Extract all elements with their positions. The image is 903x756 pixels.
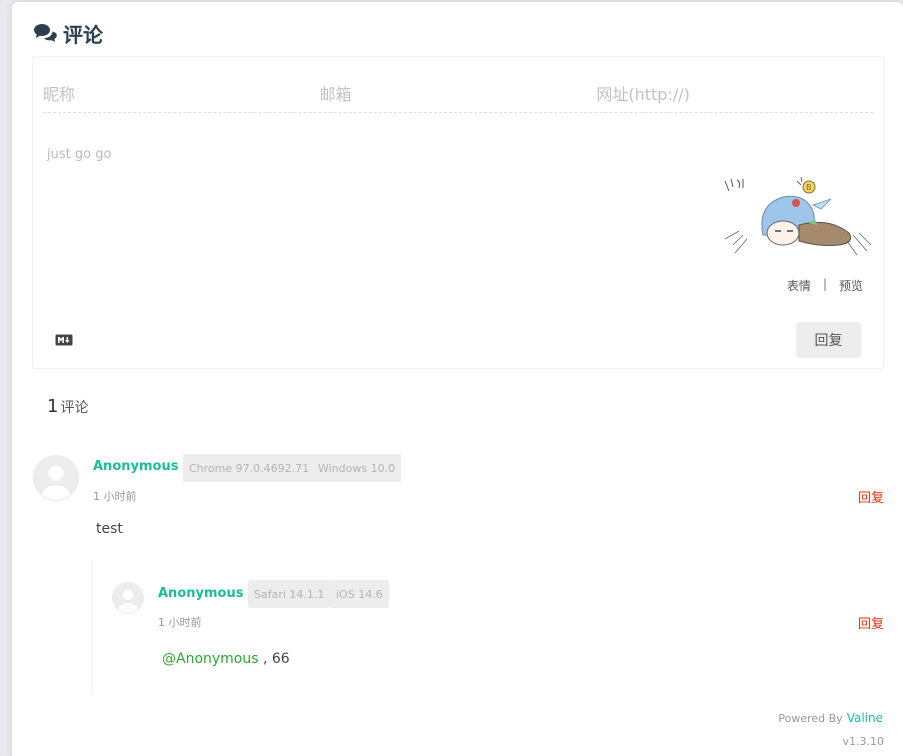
comment-count-number: 1: [47, 396, 59, 417]
browser-badge: Chrome 97.0.4692.71: [183, 454, 316, 482]
avatar: [112, 582, 144, 614]
powered-by: Powered By Valine: [778, 711, 883, 725]
link-input[interactable]: [596, 73, 874, 109]
mascot-image: B: [724, 176, 872, 256]
powered-label: Powered By: [778, 712, 843, 725]
reply-link[interactable]: 回复: [858, 487, 884, 506]
avatar: [33, 455, 79, 501]
comment-content: test: [96, 521, 123, 537]
reply-content: @Anonymous , 66: [162, 651, 290, 667]
version-label: v1.3.10: [842, 735, 885, 748]
reply-text: , 66: [258, 651, 290, 667]
reply-link[interactable]: 回复: [858, 613, 884, 632]
os-badge: Windows 10.0: [312, 454, 402, 482]
page-title: 评论: [63, 22, 103, 47]
editor-tools: 表情 | 预览: [787, 277, 863, 294]
markdown-icon[interactable]: [55, 334, 73, 346]
preview-button[interactable]: 预览: [839, 277, 863, 294]
valine-link[interactable]: Valine: [847, 711, 883, 725]
nick-input[interactable]: [43, 73, 320, 109]
comments-icon: [33, 22, 57, 44]
submit-button[interactable]: 回复: [796, 322, 861, 358]
section-title: 评论: [33, 20, 103, 47]
emoji-button[interactable]: 表情: [787, 277, 811, 294]
comment-nick[interactable]: Anonymous: [93, 459, 178, 474]
at-mention-link[interactable]: @Anonymous: [162, 651, 259, 667]
comment-time: 1 小时前: [93, 490, 137, 503]
avatar-icon: [113, 583, 143, 613]
reply-nick[interactable]: Anonymous: [158, 586, 243, 601]
svg-text:B: B: [806, 183, 812, 192]
comment-count: 1 评论: [47, 396, 88, 417]
avatar-icon: [34, 456, 78, 500]
tool-separator: |: [822, 277, 827, 291]
form-header-fields: [43, 73, 874, 113]
comment-form: B 表情 | 预览 回复: [32, 56, 884, 369]
reply-time: 1 小时前: [158, 616, 202, 629]
browser-badge: Safari 14.1.1: [248, 580, 331, 608]
comment-count-label: 评论: [60, 400, 89, 416]
thread-divider: [92, 560, 93, 693]
os-badge: iOS 14.6: [330, 580, 389, 608]
mail-input[interactable]: [319, 73, 597, 109]
